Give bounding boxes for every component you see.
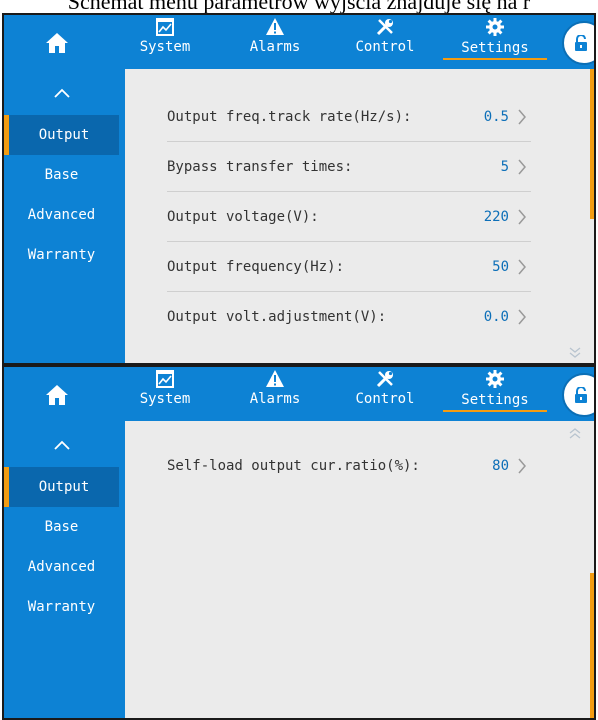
sidebar-item-label: Output <box>38 479 90 495</box>
lock-button[interactable] <box>562 21 594 65</box>
chevron-right-icon <box>518 159 526 175</box>
sidebar-item-label: Warranty <box>27 599 96 615</box>
tab-system[interactable]: System <box>110 15 220 71</box>
sidebar-item-label: Output <box>38 127 90 143</box>
settings-screen-1: System Alarms Control Settings Output Ba… <box>2 13 596 365</box>
sidebar-item-base[interactable]: Base <box>4 507 119 547</box>
tab-settings-label: Settings <box>443 40 547 60</box>
tab-control[interactable]: Control <box>330 367 440 423</box>
tab-control-label: Control <box>355 39 415 55</box>
sidebar-item-output[interactable]: Output <box>4 115 119 155</box>
setting-label: Output volt.adjustment(V): <box>167 309 387 325</box>
page-caption: Schemat menu parametrów wyjścia znajduje… <box>67 0 531 13</box>
setting-value: 5 <box>500 159 509 175</box>
tab-control-label: Control <box>355 391 415 407</box>
sidebar-item-advanced[interactable]: Advanced <box>4 195 119 235</box>
chevron-right-icon <box>518 209 526 225</box>
tab-alarms[interactable]: Alarms <box>220 367 330 423</box>
tab-control[interactable]: Control <box>330 15 440 71</box>
double-chevron-down-icon[interactable] <box>568 345 582 359</box>
setting-value: 220 <box>483 209 509 225</box>
setting-row[interactable]: Output frequency(Hz): 50 <box>167 242 531 292</box>
chevron-right-icon <box>518 109 526 125</box>
chevron-up-icon <box>53 440 70 450</box>
gear-icon <box>486 18 504 36</box>
tab-settings-label: Settings <box>443 392 547 412</box>
setting-value: 80 <box>492 458 509 474</box>
sidebar-item-output[interactable]: Output <box>4 467 119 507</box>
sidebar-item-warranty[interactable]: Warranty <box>4 587 119 627</box>
sidebar-scroll-up[interactable] <box>4 81 119 105</box>
setting-label: Output frequency(Hz): <box>167 259 345 275</box>
sidebar-item-advanced[interactable]: Advanced <box>4 547 119 587</box>
sidebar-scroll-up[interactable] <box>4 433 119 457</box>
sidebar-item-warranty[interactable]: Warranty <box>4 235 119 275</box>
top-nav-bar: System Alarms Control Settings <box>4 367 594 425</box>
tab-alarms-label: Alarms <box>249 39 301 55</box>
home-icon <box>46 385 68 405</box>
setting-label: Bypass transfer times: <box>167 159 353 175</box>
gear-icon <box>486 370 504 388</box>
home-icon <box>46 33 68 53</box>
settings-screen-2: System Alarms Control Settings Output Ba… <box>2 365 596 720</box>
scrollbar-thumb[interactable] <box>590 69 594 219</box>
setting-row[interactable]: Bypass transfer times: 5 <box>167 142 531 192</box>
tools-icon <box>376 19 393 36</box>
setting-value: 0.0 <box>483 309 509 325</box>
sidebar-item-label: Advanced <box>27 207 96 223</box>
settings-sidebar: Output Base Advanced Warranty <box>4 73 119 363</box>
unlock-icon <box>575 35 587 51</box>
home-button[interactable] <box>4 367 110 423</box>
setting-row[interactable]: Output volt.adjustment(V): 0.0 <box>167 292 531 342</box>
tab-alarms-label: Alarms <box>249 391 301 407</box>
double-chevron-up-icon[interactable] <box>568 427 582 441</box>
setting-row[interactable]: Output voltage(V): 220 <box>167 192 531 242</box>
tab-system[interactable]: System <box>110 367 220 423</box>
warning-icon <box>266 18 284 35</box>
monitor-chart-icon <box>156 18 174 36</box>
settings-content-panel: Self-load output cur.ratio(%): 80 <box>125 421 594 718</box>
setting-label: Self-load output cur.ratio(%): <box>167 458 420 474</box>
setting-value: 50 <box>492 259 509 275</box>
tab-settings[interactable]: Settings <box>440 15 550 71</box>
setting-value: 0.5 <box>483 109 509 125</box>
scrollbar-thumb[interactable] <box>590 573 594 718</box>
setting-label: Output voltage(V): <box>167 209 319 225</box>
chevron-right-icon <box>518 458 526 474</box>
chevron-right-icon <box>518 259 526 275</box>
monitor-chart-icon <box>156 370 174 388</box>
warning-icon <box>266 370 284 387</box>
setting-row[interactable]: Self-load output cur.ratio(%): 80 <box>167 441 531 491</box>
chevron-up-icon <box>53 88 70 98</box>
sidebar-item-label: Advanced <box>27 559 96 575</box>
home-button[interactable] <box>4 15 110 71</box>
settings-content-panel: Output freq.track rate(Hz/s): 0.5 Bypass… <box>125 69 594 363</box>
chevron-right-icon <box>518 309 526 325</box>
tools-icon <box>376 371 393 388</box>
setting-row[interactable]: Output freq.track rate(Hz/s): 0.5 <box>167 92 531 142</box>
unlock-icon <box>575 387 587 403</box>
top-nav-bar: System Alarms Control Settings <box>4 15 594 73</box>
setting-label: Output freq.track rate(Hz/s): <box>167 109 412 125</box>
sidebar-item-label: Base <box>44 167 79 183</box>
sidebar-item-label: Base <box>44 519 79 535</box>
sidebar-item-label: Warranty <box>27 247 96 263</box>
tab-system-label: System <box>139 39 191 55</box>
tab-system-label: System <box>139 391 191 407</box>
tab-alarms[interactable]: Alarms <box>220 15 330 71</box>
tab-settings[interactable]: Settings <box>440 367 550 423</box>
lock-button[interactable] <box>562 373 594 417</box>
settings-sidebar: Output Base Advanced Warranty <box>4 425 119 718</box>
sidebar-item-base[interactable]: Base <box>4 155 119 195</box>
